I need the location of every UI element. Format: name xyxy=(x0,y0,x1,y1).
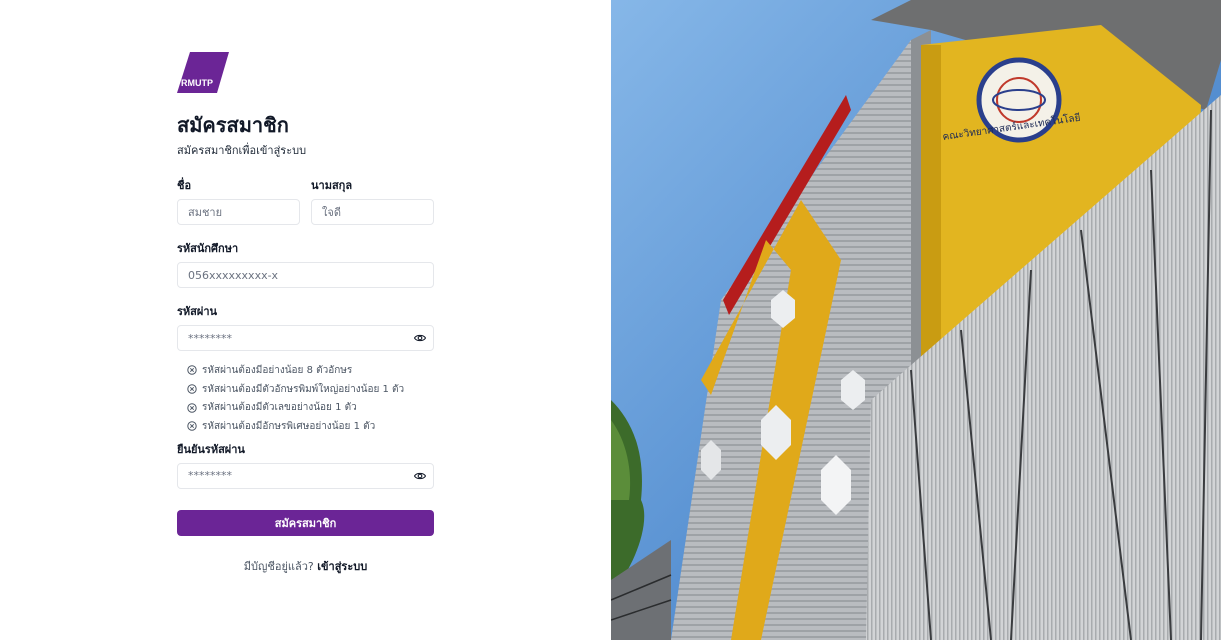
x-circle-icon xyxy=(187,384,197,394)
eye-icon[interactable] xyxy=(414,333,426,343)
last-name-label: นามสกุล xyxy=(311,179,353,192)
eye-icon[interactable] xyxy=(414,471,426,481)
campus-building-photo: คณะวิทยาศาสตร์และเทคโนโลยี xyxy=(611,0,1221,640)
student-id-label: รหัสนักศึกษา xyxy=(177,242,239,255)
student-id-input[interactable] xyxy=(177,262,434,288)
signup-panel: RMUTP สมัครสมาชิก สมัครสมาชิกเพื่อเข้าสู… xyxy=(0,0,611,640)
password-rule-text: รหัสผ่านต้องมีอย่างน้อย 8 ตัวอักษร xyxy=(202,364,353,376)
x-circle-icon xyxy=(187,365,197,376)
page-title: สมัครสมาชิก xyxy=(177,113,289,137)
password-rule: รหัสผ่านต้องมีตัวเลขอย่างน้อย 1 ตัว xyxy=(187,398,434,417)
password-rules: รหัสผ่านต้องมีอย่างน้อย 8 ตัวอักษร รหัสผ… xyxy=(177,361,434,436)
login-prompt-text: มีบัญชีอยู่แล้ว? xyxy=(243,559,314,573)
login-prompt: มีบัญชีอยู่แล้ว? เข้าสู่ระบบ xyxy=(177,557,434,575)
signup-form: RMUTP สมัครสมาชิก สมัครสมาชิกเพื่อเข้าสู… xyxy=(177,52,434,575)
password-rule-text: รหัสผ่านต้องมีตัวเลขอย่างน้อย 1 ตัว xyxy=(202,402,357,414)
password-input[interactable] xyxy=(177,325,434,351)
x-circle-icon xyxy=(187,421,197,432)
confirm-password-label: ยืนยันรหัสผ่าน xyxy=(177,442,245,456)
login-link[interactable]: เข้าสู่ระบบ xyxy=(317,560,367,573)
password-rule: รหัสผ่านต้องมีอย่างน้อย 8 ตัวอักษร xyxy=(187,361,434,380)
x-circle-icon xyxy=(187,403,197,413)
last-name-input[interactable] xyxy=(311,199,434,225)
first-name-label: ชื่อ xyxy=(177,179,192,192)
page-subtitle: สมัครสมาชิกเพื่อเข้าสู่ระบบ xyxy=(177,144,307,157)
password-rule-text: รหัสผ่านต้องมีตัวอักษรพิมพ์ใหญ่อย่างน้อย… xyxy=(202,383,405,395)
password-rule-text: รหัสผ่านต้องมีอักษรพิเศษอย่างน้อย 1 ตัว xyxy=(202,420,376,432)
rmutp-logo: RMUTP xyxy=(177,52,229,93)
password-rule: รหัสผ่านต้องมีอักษรพิเศษอย่างน้อย 1 ตัว xyxy=(187,417,434,436)
logo-text: RMUTP xyxy=(181,78,213,88)
signup-button[interactable]: สมัครสมาชิก xyxy=(177,509,434,536)
confirm-password-input[interactable] xyxy=(177,462,434,489)
first-name-input[interactable] xyxy=(177,199,300,225)
password-label: รหัสผ่าน xyxy=(177,305,218,318)
building-illustration: คณะวิทยาศาสตร์และเทคโนโลยี xyxy=(611,0,1221,640)
password-rule: รหัสผ่านต้องมีตัวอักษรพิมพ์ใหญ่อย่างน้อย… xyxy=(187,380,434,399)
